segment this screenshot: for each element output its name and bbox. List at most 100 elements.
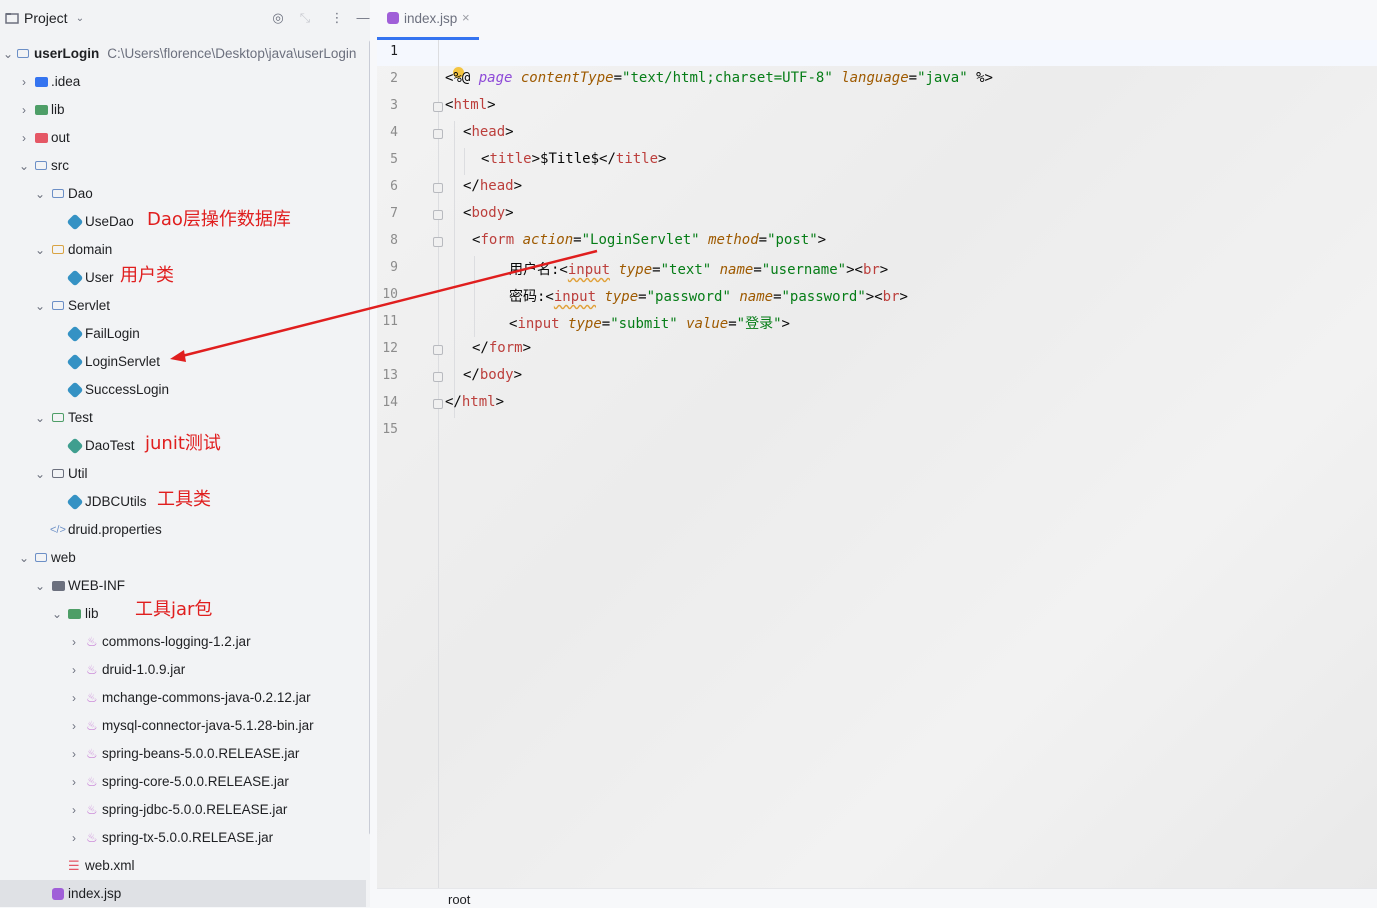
tree-node-web[interactable]: ⌄ web (0, 544, 370, 572)
collapse-icon[interactable]: ⤡ (297, 10, 313, 26)
tree-node-jar[interactable]: › ♨ spring-core-5.0.0.RELEASE.jar (0, 768, 370, 796)
code-token: title (489, 151, 532, 167)
code-token: "text/html;charset=UTF-8" (622, 70, 833, 86)
chevron-right-icon[interactable]: › (68, 628, 80, 656)
tree-node-idea[interactable]: › .idea (0, 68, 370, 96)
tree-node-label: User (85, 270, 114, 285)
code-editor[interactable]: 1 2 3 4 5 6 7 8 9 10 11 12 13 14 15 <%@ … (377, 40, 1377, 888)
target-icon[interactable]: ◎ (270, 10, 286, 26)
line-number: 8 (390, 233, 398, 248)
line-number: 2 (390, 71, 398, 86)
code-token: </ (472, 340, 489, 356)
tree-node-src[interactable]: ⌄ src (0, 152, 370, 180)
code-line-2: <%@ page contentType="text/html;charset=… (445, 70, 993, 86)
chevron-down-icon[interactable]: ⌄ (34, 460, 46, 488)
code-token: "LoginServlet" (581, 232, 700, 248)
chevron-right-icon[interactable]: › (18, 96, 30, 124)
tree-node-faillogin[interactable]: FailLogin (0, 320, 370, 348)
package-icon (52, 189, 64, 198)
chevron-down-icon[interactable]: ⌄ (34, 180, 46, 208)
close-icon[interactable]: × (462, 10, 470, 25)
tree-node-loginservlet[interactable]: LoginServlet (0, 348, 370, 376)
tree-node-dao[interactable]: ⌄ Dao (0, 180, 370, 208)
tree-node-test[interactable]: ⌄ Test (0, 404, 370, 432)
chevron-down-icon[interactable]: ⌄ (34, 236, 46, 264)
fold-marker[interactable] (433, 237, 443, 247)
library-folder-icon (68, 609, 81, 619)
minimize-icon[interactable]: — (355, 10, 370, 26)
tree-node-jar[interactable]: › ♨ druid-1.0.9.jar (0, 656, 370, 684)
tree-node-index-jsp[interactable]: index.jsp (0, 880, 366, 907)
chevron-right-icon[interactable]: › (68, 740, 80, 768)
code-token: "password" (781, 289, 866, 305)
tree-node-jar[interactable]: › ♨ commons-logging-1.2.jar (0, 628, 370, 656)
chevron-down-icon[interactable]: ⌄ (72, 11, 88, 27)
chevron-right-icon[interactable]: › (68, 796, 80, 824)
project-scrollbar[interactable] (369, 40, 370, 835)
chevron-down-icon[interactable]: ⌄ (18, 544, 30, 572)
code-token: br (882, 289, 900, 305)
code-token: 密码:< (509, 289, 554, 305)
fold-marker[interactable] (433, 102, 443, 112)
tree-node-jdbcutils[interactable]: JDBCUtils 工具类 (0, 488, 370, 516)
tree-node-jar[interactable]: › ♨ mysql-connector-java-5.1.28-bin.jar (0, 712, 370, 740)
chevron-down-icon[interactable]: ⌄ (34, 292, 46, 320)
chevron-down-icon[interactable]: ⌄ (34, 404, 46, 432)
breadcrumb-root[interactable]: root (448, 892, 470, 907)
tree-node-daotest[interactable]: DaoTest junit测试 (0, 432, 370, 460)
tree-node-userLogin[interactable]: ⌄ userLogin C:\Users\florence\Desktop\jav… (0, 40, 370, 68)
tab-index-jsp[interactable]: index.jsp × (377, 0, 479, 40)
fold-marker[interactable] (433, 129, 443, 139)
chevron-down-icon[interactable]: ⌄ (34, 572, 46, 600)
tree-node-label: domain (68, 242, 113, 257)
tree-node-jar[interactable]: › ♨ spring-tx-5.0.0.RELEASE.jar (0, 824, 370, 852)
tree-node-label: UseDao (85, 214, 134, 229)
chevron-right-icon[interactable]: › (68, 712, 80, 740)
chevron-right-icon[interactable]: › (68, 824, 80, 852)
jar-icon: ♨ (86, 662, 98, 677)
chevron-right-icon[interactable]: › (68, 656, 80, 684)
code-token: </ (463, 367, 480, 383)
indent-guide (464, 148, 465, 175)
class-icon (66, 493, 84, 511)
tree-node-web-lib[interactable]: ⌄ lib 工具jar包 (0, 599, 370, 628)
fold-marker[interactable] (433, 210, 443, 220)
tree-node-util[interactable]: ⌄ Util (0, 460, 370, 488)
idea-folder-icon (35, 77, 48, 87)
line-number: 9 (390, 260, 398, 275)
project-title[interactable]: Project (24, 10, 68, 26)
tree-node-druid-properties[interactable]: </> druid.properties (0, 516, 370, 544)
chevron-right-icon[interactable]: › (18, 124, 30, 152)
line-number: 5 (390, 152, 398, 167)
chevron-down-icon[interactable]: ⌄ (51, 600, 63, 628)
tree-node-jar[interactable]: › ♨ spring-beans-5.0.0.RELEASE.jar (0, 740, 370, 768)
tree-node-jar[interactable]: › ♨ mchange-commons-java-0.2.12.jar (0, 684, 370, 712)
tree-node-lib[interactable]: › lib (0, 96, 370, 124)
chevron-right-icon[interactable]: › (18, 68, 30, 96)
fold-marker[interactable] (433, 183, 443, 193)
code-token: = (758, 232, 768, 248)
tree-node-jar[interactable]: › ♨ spring-jdbc-5.0.0.RELEASE.jar (0, 796, 370, 824)
chevron-right-icon[interactable]: › (68, 768, 80, 796)
fold-marker[interactable] (433, 372, 443, 382)
chevron-down-icon[interactable]: ⌄ (2, 40, 14, 68)
class-icon (66, 269, 84, 287)
tree-node-user[interactable]: User 用户类 (0, 264, 370, 292)
tree-node-successlogin[interactable]: SuccessLogin (0, 376, 370, 404)
more-vertical-icon[interactable]: ⋮ (329, 10, 345, 26)
tree-node-out[interactable]: › out (0, 124, 370, 152)
tree-node-domain[interactable]: ⌄ domain (0, 236, 370, 264)
fold-marker[interactable] (433, 399, 443, 409)
code-line-4: <head> (463, 124, 514, 140)
chevron-right-icon[interactable]: › (68, 684, 80, 712)
annotation-jar: 工具jar包 (135, 599, 213, 620)
tree-node-usedao[interactable]: UseDao Dao层操作数据库 (0, 208, 370, 236)
fold-marker[interactable] (433, 345, 443, 355)
tree-node-web-xml[interactable]: ☰ web.xml (0, 852, 370, 880)
code-token: "text" (660, 262, 712, 278)
code-token: "username" (761, 262, 847, 278)
tree-node-servlet[interactable]: ⌄ Servlet (0, 292, 370, 320)
code-token: > (495, 394, 505, 410)
chevron-down-icon[interactable]: ⌄ (18, 152, 30, 180)
